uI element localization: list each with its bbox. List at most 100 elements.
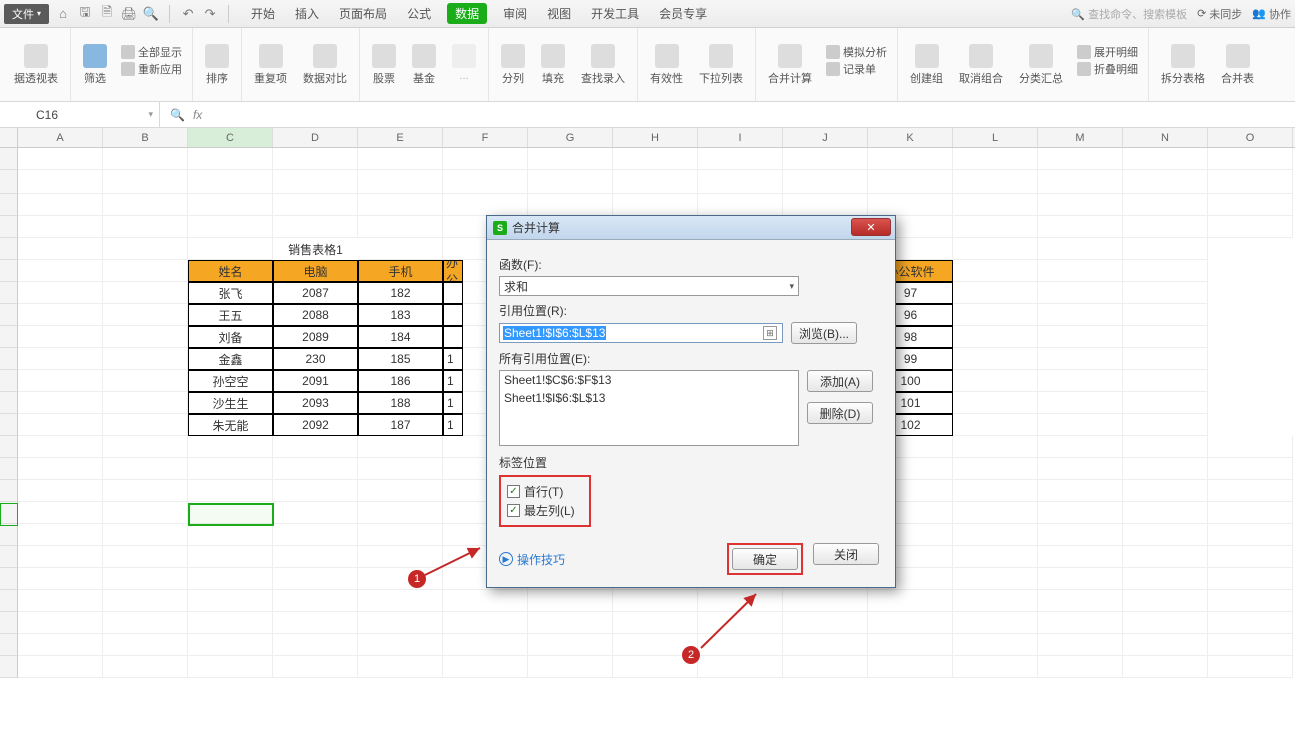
merge-table-button[interactable]: 合并表: [1215, 44, 1260, 86]
t1-h-pc: 电脑: [273, 260, 358, 282]
col-N[interactable]: N: [1123, 128, 1208, 147]
ribbon: 据透视表 筛选 全部显示 重新应用 排序 重复项 数据对比 股票 基金 ... …: [0, 28, 1295, 102]
tab-view[interactable]: 视图: [543, 3, 575, 24]
label-pos-label: 标签位置: [499, 454, 883, 471]
dialog-titlebar[interactable]: S 合并计算 ✕: [487, 216, 895, 240]
menu-tabs: 开始 插入 页面布局 公式 数据 审阅 视图 开发工具 会员专享: [247, 3, 711, 24]
top-row-label: 首行(T): [524, 483, 563, 500]
fx-icon[interactable]: fx: [193, 108, 202, 122]
label-position-group: ✓ 首行(T) ✓ 最左列(L): [499, 475, 591, 527]
delete-button[interactable]: 删除(D): [807, 402, 873, 424]
tips-link[interactable]: ▶操作技巧: [499, 551, 565, 568]
tab-dev[interactable]: 开发工具: [587, 3, 643, 24]
left-col-checkbox[interactable]: ✓: [507, 504, 520, 517]
split-button[interactable]: 分列: [495, 44, 531, 86]
subtotal-button[interactable]: 分类汇总: [1013, 44, 1069, 86]
dialog-title-text: 合并计算: [512, 219, 560, 236]
tab-member[interactable]: 会员专享: [655, 3, 711, 24]
command-search[interactable]: 🔍 查找命令、搜索模板: [1071, 6, 1187, 22]
zoom-icon[interactable]: 🔍: [170, 108, 185, 122]
col-F[interactable]: F: [443, 128, 528, 147]
sort-button[interactable]: 排序: [199, 44, 235, 86]
annotation-number-2: 2: [682, 646, 700, 664]
reapply-button[interactable]: 重新应用: [121, 61, 182, 77]
preview-icon[interactable]: 🔍: [143, 6, 159, 22]
tab-data[interactable]: 数据: [447, 3, 487, 24]
refs-listbox[interactable]: Sheet1!$C$6:$F$13 Sheet1!$I$6:$L$13: [499, 370, 799, 446]
save-icon[interactable]: 🖫: [77, 6, 93, 22]
list-item[interactable]: Sheet1!$C$6:$F$13: [500, 371, 798, 389]
group-create-button[interactable]: 创建组: [904, 44, 949, 86]
column-headers: A B C D E F G H I J K L M N O: [0, 128, 1295, 148]
col-B[interactable]: B: [103, 128, 188, 147]
fund-button[interactable]: 基金: [406, 44, 442, 86]
split-table-button[interactable]: 拆分表格: [1155, 44, 1211, 86]
hide-detail-button[interactable]: 折叠明细: [1077, 61, 1138, 77]
pivot-button[interactable]: 据透视表: [8, 44, 64, 86]
title-bar: 文件▾ ⌂ 🖫 🗎 🖨 🔍 ↶ ↷ 开始 插入 页面布局 公式 数据 审阅 视图…: [0, 0, 1295, 28]
undo-icon[interactable]: ↶: [180, 6, 196, 22]
consolidate-button[interactable]: 合并计算: [762, 44, 818, 86]
reference-input[interactable]: Sheet1!$I$6:$L$13 ⊞: [499, 323, 783, 343]
col-J[interactable]: J: [783, 128, 868, 147]
whatif-button[interactable]: 模拟分析: [826, 44, 887, 60]
function-label: 函数(F):: [499, 256, 883, 273]
col-O[interactable]: O: [1208, 128, 1293, 147]
table1-title: 销售表格1: [288, 241, 343, 258]
dup-button[interactable]: 重复项: [248, 44, 293, 86]
browse-button[interactable]: 浏览(B)...: [791, 322, 857, 344]
col-C[interactable]: C: [188, 128, 273, 147]
col-M[interactable]: M: [1038, 128, 1123, 147]
collab-button[interactable]: 👥 协作: [1252, 6, 1291, 22]
file-menu-button[interactable]: 文件▾: [4, 4, 49, 24]
play-icon: ▶: [499, 552, 513, 566]
range-picker-icon[interactable]: ⊞: [763, 326, 777, 340]
show-detail-button[interactable]: 展开明细: [1077, 44, 1138, 60]
ungroup-button[interactable]: 取消组合: [953, 44, 1009, 86]
col-I[interactable]: I: [698, 128, 783, 147]
col-G[interactable]: G: [528, 128, 613, 147]
print-icon[interactable]: 🖨: [121, 6, 137, 22]
home-icon[interactable]: ⌂: [55, 6, 71, 22]
find-input-button[interactable]: 查找录入: [575, 44, 631, 86]
col-E[interactable]: E: [358, 128, 443, 147]
add-button[interactable]: 添加(A): [807, 370, 873, 392]
col-D[interactable]: D: [273, 128, 358, 147]
reference-label: 引用位置(R):: [499, 302, 883, 319]
fill-button[interactable]: 填充: [535, 44, 571, 86]
record-button[interactable]: 记录单: [826, 61, 876, 77]
t1-h-name: 姓名: [188, 260, 273, 282]
name-box[interactable]: C16▾: [30, 102, 160, 127]
top-row-checkbox[interactable]: ✓: [507, 485, 520, 498]
filter-button[interactable]: 筛选: [77, 44, 113, 86]
left-col-label: 最左列(L): [524, 502, 575, 519]
redo-icon[interactable]: ↷: [202, 6, 218, 22]
annotation-number-1: 1: [408, 570, 426, 588]
sync-status[interactable]: ⟳ 未同步: [1197, 6, 1242, 22]
dialog-close-button[interactable]: ✕: [851, 218, 891, 236]
more-datatypes[interactable]: ...: [446, 44, 482, 86]
col-L[interactable]: L: [953, 128, 1038, 147]
ok-button[interactable]: 确定: [732, 548, 798, 570]
tab-insert[interactable]: 插入: [291, 3, 323, 24]
tab-layout[interactable]: 页面布局: [335, 3, 391, 24]
tab-review[interactable]: 审阅: [499, 3, 531, 24]
dropdown-button[interactable]: 下拉列表: [693, 44, 749, 86]
validity-button[interactable]: 有效性: [644, 44, 689, 86]
col-A[interactable]: A: [18, 128, 103, 147]
col-H[interactable]: H: [613, 128, 698, 147]
all-refs-label: 所有引用位置(E):: [499, 350, 883, 367]
list-item[interactable]: Sheet1!$I$6:$L$13: [500, 389, 798, 407]
tab-start[interactable]: 开始: [247, 3, 279, 24]
compare-button[interactable]: 数据对比: [297, 44, 353, 86]
col-K[interactable]: K: [868, 128, 953, 147]
t1-h-office: 办公: [443, 260, 463, 282]
tab-formula[interactable]: 公式: [403, 3, 435, 24]
close-button[interactable]: 关闭: [813, 543, 879, 565]
saveas-icon[interactable]: 🗎: [99, 6, 115, 22]
function-select[interactable]: 求和▾: [499, 276, 799, 296]
t1-h-phone: 手机: [358, 260, 443, 282]
stock-button[interactable]: 股票: [366, 44, 402, 86]
showall-button[interactable]: 全部显示: [121, 44, 182, 60]
app-icon: S: [493, 221, 507, 235]
